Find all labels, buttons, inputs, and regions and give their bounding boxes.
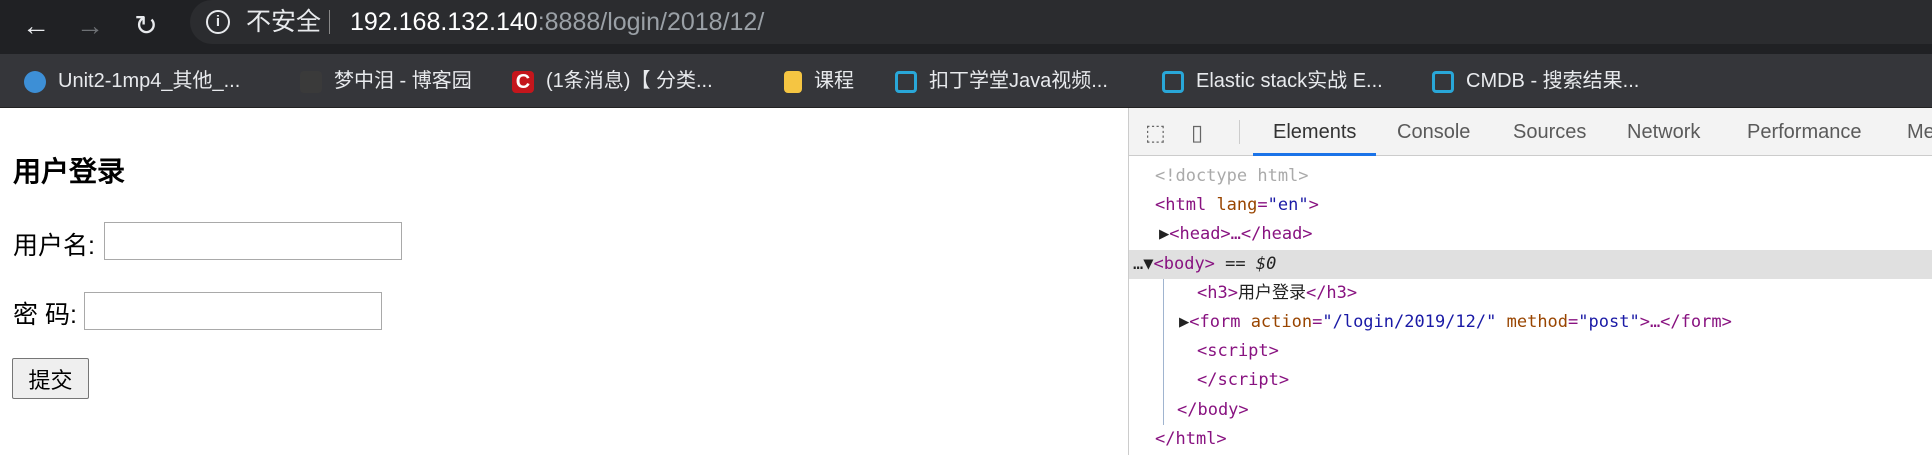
bilibili-icon xyxy=(1162,70,1184,93)
url-host: 192.168.132.140 xyxy=(350,8,538,36)
bookmark-item[interactable]: CMDB - 搜索结果... xyxy=(1432,54,1639,108)
dom-token: <form xyxy=(1189,312,1241,332)
dom-node-html-close[interactable]: </html> xyxy=(1129,425,1932,454)
username-label: 用户名: xyxy=(13,232,95,260)
dom-node-body[interactable]: …▼<body> == $0 xyxy=(1129,250,1932,279)
bookmark-label: 课程 xyxy=(814,70,854,92)
tab-performance[interactable]: Performance xyxy=(1747,108,1862,156)
password-label: 密 码: xyxy=(13,301,77,329)
dom-node-body-close[interactable]: </body> xyxy=(1129,396,1932,425)
submit-button[interactable]: 提交 xyxy=(12,358,89,399)
bookmark-item[interactable]: 梦中泪 - 博客园 xyxy=(300,54,472,108)
dom-token: == $0 xyxy=(1214,254,1277,274)
expand-triangle-icon[interactable]: ▶ xyxy=(1179,312,1189,332)
url-path: :8888/login/2018/12/ xyxy=(537,8,765,36)
password-input[interactable] xyxy=(84,292,382,330)
bilibili-icon xyxy=(895,70,917,93)
dom-token: <html xyxy=(1155,195,1207,215)
security-label[interactable]: 不安全 xyxy=(246,0,321,44)
dom-token: <script> xyxy=(1197,341,1279,361)
dom-node-head[interactable]: ▶<head>…</head> xyxy=(1129,220,1932,249)
bookmark-folder[interactable]: 课程 xyxy=(784,54,854,108)
page-title: 用户登录 xyxy=(13,156,126,187)
divider xyxy=(1239,120,1240,144)
indent-guide xyxy=(1163,279,1164,425)
bookmark-item[interactable]: 扣丁学堂Java视频... xyxy=(895,54,1108,108)
dom-token: = xyxy=(1257,195,1268,215)
dom-token: 用户登录 xyxy=(1237,283,1306,303)
bookmark-label: (1条消息)【 分类... xyxy=(546,70,713,92)
collapse-triangle-icon[interactable]: ▼ xyxy=(1143,254,1153,274)
dom-node-h3[interactable]: <h3>用户登录</h3> xyxy=(1129,279,1932,308)
forward-button[interactable]: → xyxy=(72,8,108,44)
dom-token: "/login/2019/12/" xyxy=(1322,312,1497,332)
dom-token: > xyxy=(1308,195,1319,215)
tab-sources[interactable]: Sources xyxy=(1513,108,1586,156)
tab-memory[interactable]: Me xyxy=(1907,108,1932,156)
bookmark-label: 梦中泪 - 博客园 xyxy=(334,70,472,92)
dom-token: </h3> xyxy=(1305,283,1358,303)
bookmark-label: Elastic stack实战 E... xyxy=(1196,70,1383,92)
tab-network[interactable]: Network xyxy=(1627,108,1700,156)
reload-button[interactable]: ↻ xyxy=(128,8,164,44)
bookmark-item[interactable]: Elastic stack实战 E... xyxy=(1162,54,1383,108)
csdn-favicon-icon: C xyxy=(512,70,534,93)
username-input[interactable] xyxy=(104,222,402,260)
dom-node-form[interactable]: ▶<form action="/login/2019/12/" method="… xyxy=(1129,308,1932,337)
dom-token: action xyxy=(1250,312,1313,332)
dom-token: </script> xyxy=(1197,370,1290,390)
dom-token: <h3> xyxy=(1197,283,1238,303)
bilibili-icon xyxy=(1432,70,1454,93)
folder-icon xyxy=(784,70,802,93)
bookmarks-bar: Unit2-1mp4_其他_... 梦中泪 - 博客园 C (1条消息)【 分类.… xyxy=(0,54,1932,108)
dom-token: <body> xyxy=(1153,254,1215,274)
expand-triangle-icon[interactable]: ▶ xyxy=(1159,224,1169,244)
tab-elements[interactable]: Elements xyxy=(1253,108,1377,156)
bookmark-favicon-icon xyxy=(24,70,46,93)
bookmark-item[interactable]: Unit2-1mp4_其他_... xyxy=(24,54,240,108)
dom-token: method xyxy=(1506,312,1569,332)
devtools-tabbar: ⬚ ▯ Elements Console Sources Network Per… xyxy=(1129,108,1932,156)
dom-token: "en" xyxy=(1267,195,1309,215)
device-toolbar-icon[interactable]: ▯ xyxy=(1191,120,1203,146)
url-text[interactable]: 192.168.132.140:8888/login/2018/12/ xyxy=(350,0,764,44)
bookmark-label: Unit2-1mp4_其他_... xyxy=(58,70,241,92)
dom-token: <head>…</head> xyxy=(1169,224,1313,244)
dom-token: </body> xyxy=(1177,400,1249,420)
bookmark-label: 扣丁学堂Java视频... xyxy=(929,70,1108,92)
more-icon[interactable]: … xyxy=(1133,254,1143,274)
devtools-panel: ⬚ ▯ Elements Console Sources Network Per… xyxy=(1128,108,1932,455)
dom-node-script-close[interactable]: </script> xyxy=(1129,366,1932,395)
info-icon[interactable]: i xyxy=(206,10,230,34)
dom-node-script[interactable]: <script> xyxy=(1129,337,1932,366)
address-bar[interactable]: i 不安全 192.168.132.140:8888/login/2018/12… xyxy=(190,0,1932,44)
inspect-element-icon[interactable]: ⬚ xyxy=(1145,120,1166,146)
dom-token: "post" xyxy=(1578,312,1640,332)
dom-token: lang xyxy=(1216,195,1258,215)
bookmark-label: CMDB - 搜索结果... xyxy=(1466,70,1640,92)
browser-toolbar: ← → ↻ i 不安全 192.168.132.140:8888/login/2… xyxy=(0,0,1932,54)
back-button[interactable]: ← xyxy=(18,8,54,44)
dom-token: >…</form> xyxy=(1639,312,1732,332)
dom-node-html[interactable]: <html lang="en"> xyxy=(1129,191,1932,220)
dom-token: </html> xyxy=(1155,429,1227,449)
bookmark-item[interactable]: C (1条消息)【 分类... xyxy=(512,54,713,108)
dom-node-doctype[interactable]: <!doctype html> xyxy=(1129,162,1932,191)
dom-token: = xyxy=(1312,312,1323,332)
dom-token: = xyxy=(1568,312,1579,332)
tab-console[interactable]: Console xyxy=(1397,108,1470,156)
bookmark-favicon-icon xyxy=(300,70,322,93)
divider xyxy=(329,10,330,34)
page-content: 用户登录 用户名: 密 码: 提交 xyxy=(0,108,1128,455)
